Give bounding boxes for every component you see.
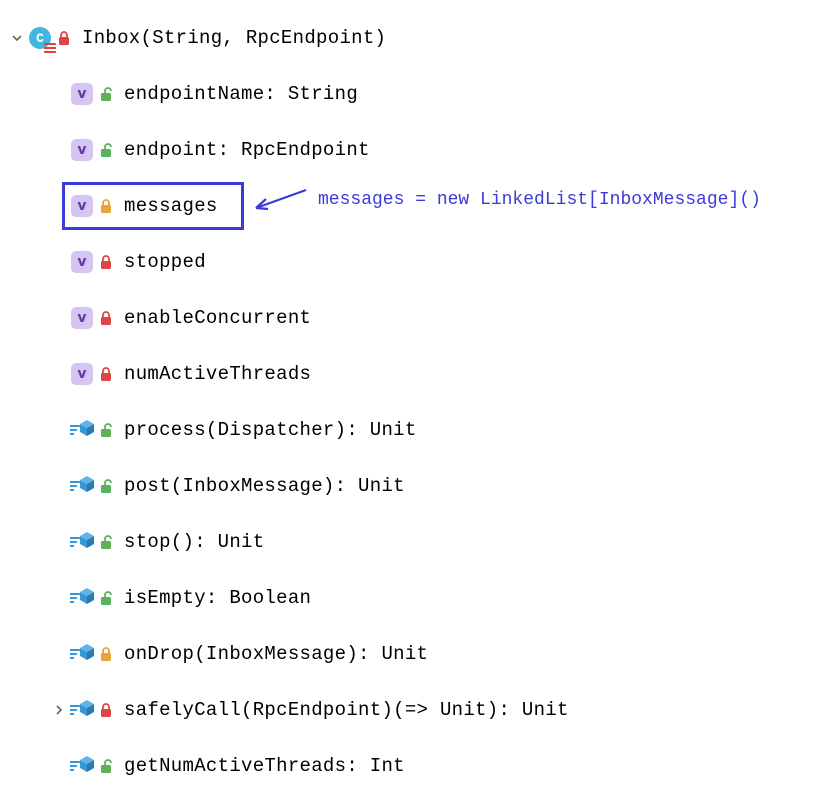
field-row[interactable]: v numActiveThreads xyxy=(0,346,816,402)
method-icon xyxy=(70,642,94,666)
lock-icon xyxy=(96,478,116,494)
lock-icon xyxy=(96,422,116,438)
method-icon xyxy=(70,474,94,498)
field-row[interactable]: v enableConcurrent xyxy=(0,290,816,346)
method-icon xyxy=(70,418,94,442)
method-row[interactable]: isEmpty: Boolean xyxy=(0,570,816,626)
member-label: stopped xyxy=(124,251,206,273)
field-row[interactable]: v stopped xyxy=(0,234,816,290)
method-icon xyxy=(70,754,94,778)
member-label: stop(): Unit xyxy=(124,531,264,553)
member-label: getNumActiveThreads: Int xyxy=(124,755,405,777)
lock-icon xyxy=(96,254,116,270)
field-row[interactable]: v endpoint: RpcEndpoint xyxy=(0,122,816,178)
class-row[interactable]: C Inbox(String, RpcEndpoint) xyxy=(0,10,816,66)
class-icon: C xyxy=(28,26,52,50)
lock-icon xyxy=(96,366,116,382)
class-label: Inbox(String, RpcEndpoint) xyxy=(82,27,386,49)
member-label: onDrop(InboxMessage): Unit xyxy=(124,643,428,665)
lock-icon xyxy=(96,590,116,606)
method-row[interactable]: process(Dispatcher): Unit xyxy=(0,402,816,458)
lock-icon xyxy=(54,30,74,46)
method-row[interactable]: stop(): Unit xyxy=(0,514,816,570)
method-icon xyxy=(70,698,94,722)
val-icon: v xyxy=(70,138,94,162)
member-label: messages xyxy=(124,195,218,217)
lock-icon xyxy=(96,198,116,214)
val-icon: v xyxy=(70,362,94,386)
member-label: post(InboxMessage): Unit xyxy=(124,475,405,497)
member-label: endpoint: RpcEndpoint xyxy=(124,139,370,161)
member-label: numActiveThreads xyxy=(124,363,311,385)
member-label: endpointName: String xyxy=(124,83,358,105)
val-icon: v xyxy=(70,194,94,218)
method-row[interactable]: safelyCall(RpcEndpoint)(=> Unit): Unit xyxy=(0,682,816,738)
lock-icon xyxy=(96,310,116,326)
val-icon: v xyxy=(70,250,94,274)
method-icon xyxy=(70,530,94,554)
annotation: messages = new LinkedList[InboxMessage](… xyxy=(248,184,761,216)
member-label: process(Dispatcher): Unit xyxy=(124,419,417,441)
arrow-icon xyxy=(248,184,308,216)
field-row[interactable]: v endpointName: String xyxy=(0,66,816,122)
method-row[interactable]: getNumActiveThreads: Int xyxy=(0,738,816,794)
lock-icon xyxy=(96,646,116,662)
member-label: safelyCall(RpcEndpoint)(=> Unit): Unit xyxy=(124,699,569,721)
val-icon: v xyxy=(70,306,94,330)
chevron-down-icon[interactable] xyxy=(6,32,28,44)
method-row[interactable]: onDrop(InboxMessage): Unit xyxy=(0,626,816,682)
member-label: enableConcurrent xyxy=(124,307,311,329)
lock-icon xyxy=(96,702,116,718)
method-icon xyxy=(70,586,94,610)
lock-icon xyxy=(96,534,116,550)
member-label: isEmpty: Boolean xyxy=(124,587,311,609)
annotation-text: messages = new LinkedList[InboxMessage](… xyxy=(318,190,761,210)
field-row[interactable]: v messages messages = new LinkedList[Inbox… xyxy=(0,178,816,234)
val-icon: v xyxy=(70,82,94,106)
method-row[interactable]: post(InboxMessage): Unit xyxy=(0,458,816,514)
chevron-right-icon[interactable] xyxy=(48,704,70,716)
lock-icon xyxy=(96,758,116,774)
lock-icon xyxy=(96,86,116,102)
lock-icon xyxy=(96,142,116,158)
structure-tree: C Inbox(String, RpcEndpoint) v endpointNa… xyxy=(0,10,816,794)
